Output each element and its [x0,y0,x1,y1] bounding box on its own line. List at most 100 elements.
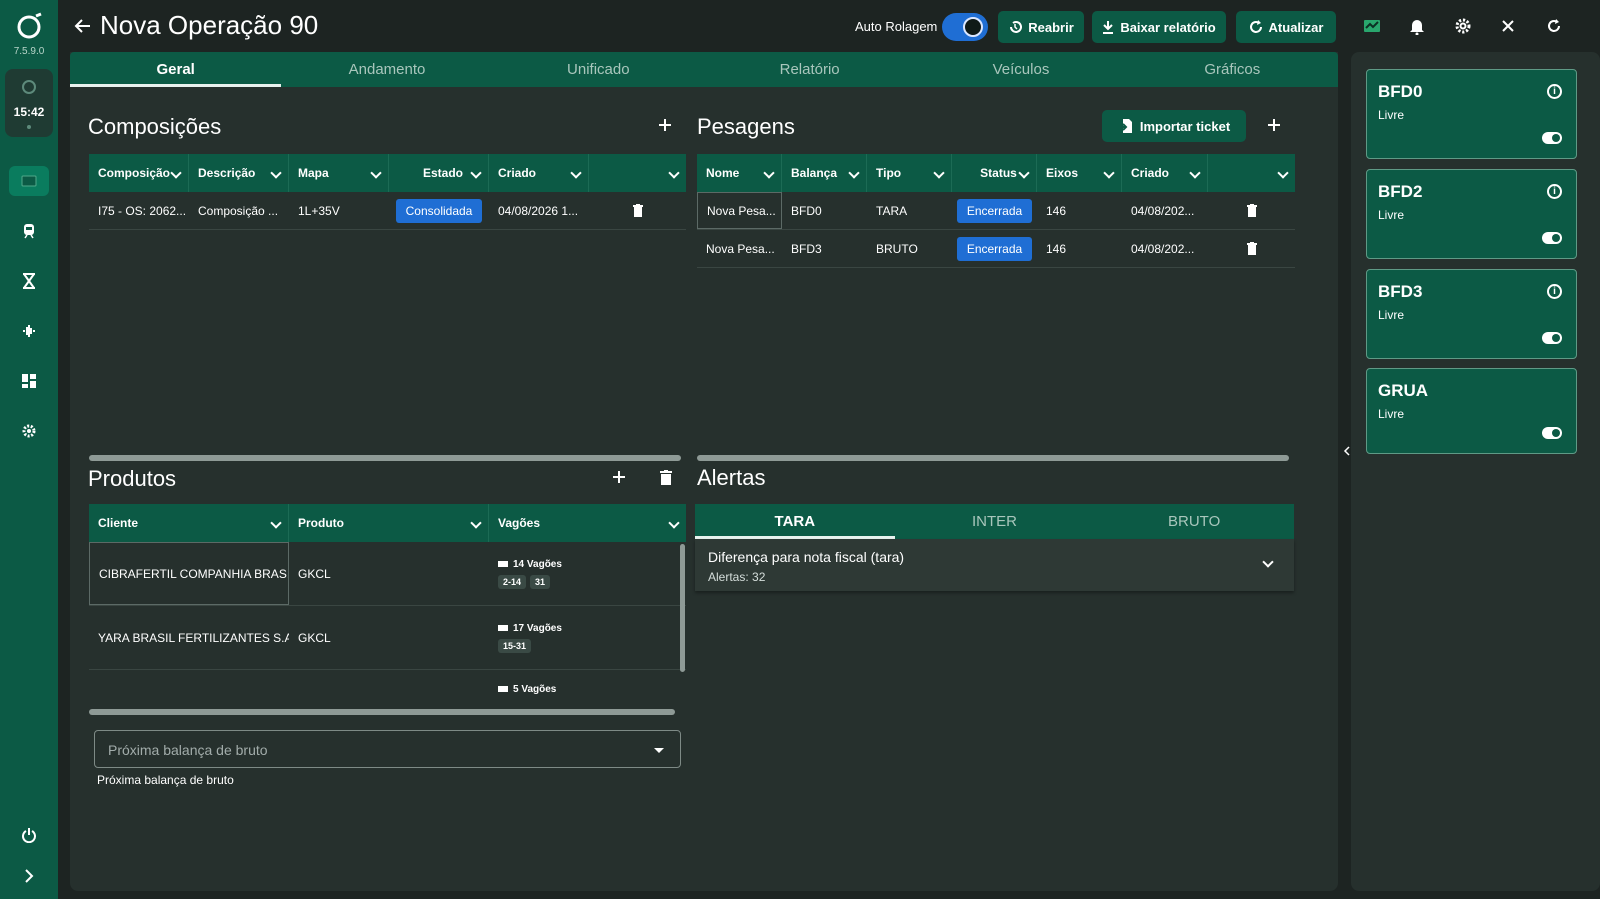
col-nome[interactable]: Nome [697,154,782,192]
back-arrow-icon[interactable] [73,16,93,36]
tab-geral[interactable]: Geral [70,52,282,87]
cell-tipo: BRUTO [876,241,918,256]
scale-card-bfd3[interactable]: BFD3 i Livre [1366,269,1577,359]
add-composicao-icon[interactable] [657,117,673,133]
cell-criado: 04/08/202... [1131,203,1195,218]
col-mapa[interactable]: Mapa [289,154,389,192]
table-row[interactable]: YARA BRASIL FERTILIZANTES S.A. GKCL 17 V… [89,606,686,670]
page-title: Nova Operação 90 [100,10,319,40]
tab-bruto[interactable]: BRUTO [1094,504,1294,539]
scale-toggle[interactable] [1542,427,1562,439]
col-estado[interactable]: Estado [389,154,489,192]
cell-vagoes: 5 Vagões [489,670,679,694]
tab-graficos[interactable]: Gráficos [1127,52,1338,87]
wagon-icon [498,624,508,631]
col-cliente[interactable]: Cliente [89,504,289,542]
table-header: Nome Balança Tipo Status Eixos Criado [697,154,1295,192]
caret-down-icon [654,748,664,753]
col-descricao[interactable]: Descrição [189,154,289,192]
table-row[interactable]: Nova Pesa... BFD0 TARA Encerrada 146 04/… [697,192,1295,230]
rail-waveform-button[interactable] [9,316,49,346]
cell-status: Encerrada [952,192,1037,229]
tab-inter[interactable]: INTER [895,504,1095,539]
notifications-button[interactable] [1406,15,1428,37]
wagon-range-chip: 31 [530,574,551,589]
col-criado[interactable]: Criado [1122,154,1208,192]
cell-estado: Consolidada [389,192,489,229]
produtos-scrollbar[interactable] [89,709,675,715]
close-button[interactable] [1497,15,1519,37]
tab-unificado[interactable]: Unificado [493,52,704,87]
auto-scroll-label: Auto Rolagem [855,19,938,34]
info-icon[interactable]: i [1547,84,1562,99]
table-row[interactable]: 5 Vagões [89,670,686,694]
monitor-button[interactable] [1361,15,1383,37]
info-icon[interactable]: i [1547,184,1562,199]
scale-name: BFD2 [1378,182,1423,201]
col-balanca[interactable]: Balança [782,154,867,192]
cell-cliente: YARA BRASIL FERTILIZANTES S.A. [98,630,289,645]
add-pesagem-icon[interactable] [1266,117,1282,133]
waveform-icon [23,325,35,337]
scale-card-bfd2[interactable]: BFD2 i Livre [1366,169,1577,259]
scale-toggle[interactable] [1542,232,1562,244]
col-actions[interactable] [589,154,686,192]
col-tipo[interactable]: Tipo [867,154,952,192]
scale-toggle[interactable] [1542,332,1562,344]
power-icon [22,828,36,843]
next-gross-scale-select[interactable]: Próxima balança de bruto [94,730,681,768]
cell-status: Encerrada [952,230,1037,267]
col-eixos[interactable]: Eixos [1037,154,1122,192]
chevron-down-icon [1262,556,1274,568]
col-vagoes[interactable]: Vagões [489,504,686,542]
rail-scale-button[interactable] [9,266,49,296]
download-report-button[interactable]: Baixar relatório [1092,11,1226,43]
tab-tara[interactable]: TARA [695,504,895,539]
rail-dashboard-button[interactable] [9,366,49,396]
scale-status: Livre [1378,208,1405,222]
scale-card-bfd0[interactable]: BFD0 i Livre [1366,69,1577,159]
download-report-label: Baixar relatório [1120,19,1216,35]
auto-scroll-toggle[interactable] [942,13,988,41]
reload-button[interactable] [1543,15,1565,37]
close-icon [1502,20,1514,32]
add-produto-icon[interactable] [611,469,627,485]
rail-operations-button[interactable] [9,166,49,196]
wagon-icon [498,686,508,692]
cell-mapa: 1L+35V [298,203,340,218]
alert-accordion-item[interactable]: Diferença para nota fiscal (tara) Alerta… [695,539,1294,591]
col-produto[interactable]: Produto [289,504,489,542]
tab-relatorio[interactable]: Relatório [704,52,915,87]
dashboard-icon [22,374,36,388]
col-composicao[interactable]: Composição [89,154,189,192]
table-row[interactable]: I75 - OS: 2062... Composição ... 1L+35V … [89,192,686,230]
import-ticket-button[interactable]: Importar ticket [1102,110,1246,142]
tab-andamento[interactable]: Andamento [281,52,492,87]
produtos-vscrollbar[interactable] [680,544,685,672]
reopen-button[interactable]: Reabrir [998,11,1084,43]
col-status[interactable]: Status [952,154,1037,192]
trash-icon[interactable] [660,470,672,485]
trash-icon[interactable] [1246,242,1257,255]
trash-icon[interactable] [1246,204,1257,217]
expand-rail-button[interactable] [9,861,49,891]
clock-widget: 15:42 [5,69,53,137]
table-row[interactable]: CIBRAFERTIL COMPANHIA BRAS... GKCL 14 Va… [89,542,686,606]
refresh-button[interactable]: Atualizar [1236,11,1336,43]
settings-button[interactable] [1452,15,1474,37]
tab-veiculos[interactable]: Veículos [915,52,1126,87]
select-helper-text: Próxima balança de bruto [97,773,234,787]
table-row[interactable]: Nova Pesa... BFD3 BRUTO Encerrada 146 04… [697,230,1295,268]
status-badge: Consolidada [395,198,483,223]
info-icon[interactable]: i [1547,284,1562,299]
pesagens-scrollbar[interactable] [697,455,1289,461]
col-criado[interactable]: Criado [489,154,589,192]
trash-icon[interactable] [632,204,643,217]
power-button[interactable] [9,820,49,850]
col-actions[interactable] [1208,154,1295,192]
composicoes-scrollbar[interactable] [89,455,681,461]
rail-train-button[interactable] [9,216,49,246]
scale-toggle[interactable] [1542,132,1562,144]
rail-settings-button[interactable] [9,416,49,446]
scale-card-grua[interactable]: GRUA Livre [1366,368,1577,454]
